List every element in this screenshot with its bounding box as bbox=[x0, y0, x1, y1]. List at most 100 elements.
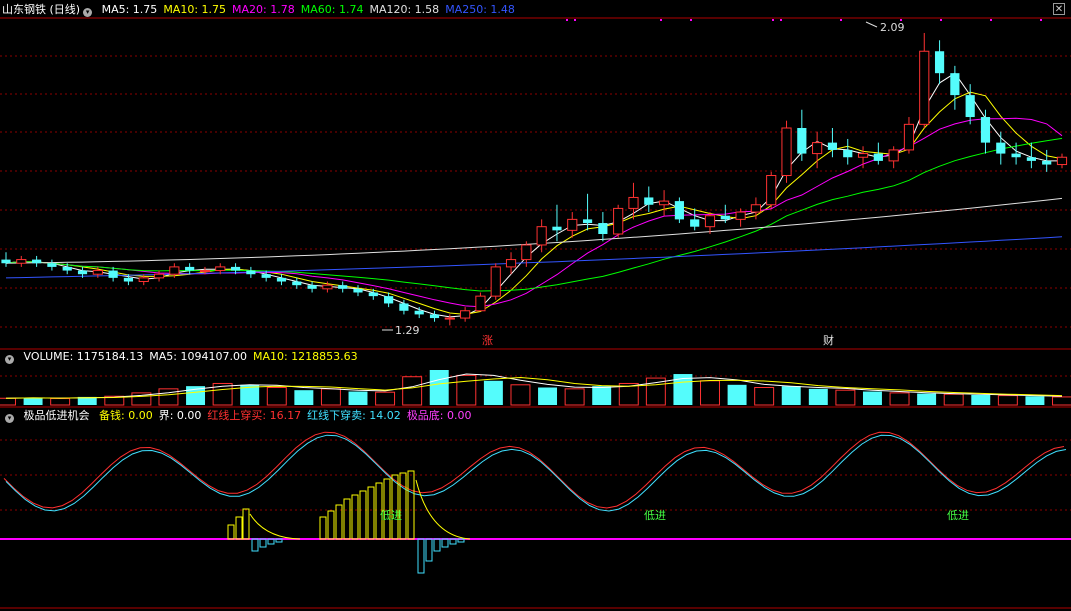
candle-body-40 bbox=[613, 207, 624, 235]
indicator-legend-item-1: 界: 0.00 bbox=[158, 409, 202, 422]
ma-legend-item-5: MA250: 1.48 bbox=[445, 3, 515, 16]
candle-body-26 bbox=[399, 303, 409, 311]
candle-body-17 bbox=[261, 274, 271, 278]
ma-legend-item-4: MA120: 1.58 bbox=[369, 3, 440, 16]
candle-body-19 bbox=[292, 281, 302, 286]
low-price-label: 1.29 bbox=[395, 324, 420, 337]
candle-body-14 bbox=[215, 266, 226, 272]
candle-body-66 bbox=[1011, 153, 1021, 158]
candle-body-3 bbox=[47, 263, 57, 267]
candle-body-2 bbox=[32, 259, 42, 264]
volume-bar-11 bbox=[294, 390, 314, 405]
indicator-header: ▾ 极品低进机会 备钱: 0.00 界: 0.00 红线上穿买: 16.17 红线下穿… bbox=[2, 408, 484, 424]
volume-bar-0 bbox=[0, 397, 16, 406]
volume-bar-14 bbox=[375, 391, 396, 406]
candle-body-33 bbox=[505, 259, 517, 268]
candle-body-34 bbox=[521, 244, 532, 261]
volume-bar-22 bbox=[592, 386, 612, 405]
indicator-legend-item-3: 红线下穿卖: 14.02 bbox=[307, 409, 401, 422]
top-dot-3 bbox=[690, 19, 692, 21]
candle-body-68 bbox=[1042, 160, 1052, 165]
candle-body-52 bbox=[797, 128, 807, 154]
candle-body-32 bbox=[490, 266, 501, 297]
volume-bar-6 bbox=[158, 388, 179, 406]
candle-body-35 bbox=[536, 226, 547, 246]
candle-body-10 bbox=[153, 273, 165, 279]
volume-settings-circle-icon[interactable]: ▾ bbox=[5, 355, 14, 364]
candle-body-65 bbox=[996, 142, 1006, 154]
volume-bar-32 bbox=[862, 391, 882, 405]
candle-body-49 bbox=[750, 204, 762, 213]
volume-bar-30 bbox=[808, 388, 828, 405]
ma-legend-item-2: MA20: 1.78 bbox=[232, 3, 295, 16]
ma-legend-item-3: MA60: 1.74 bbox=[300, 3, 364, 16]
candle-body-56 bbox=[857, 153, 869, 158]
settings-circle-icon[interactable]: ▾ bbox=[83, 8, 93, 17]
volume-bar-13 bbox=[348, 391, 368, 405]
candle-body-63 bbox=[965, 95, 975, 118]
window-close-icon[interactable]: ✕ bbox=[1053, 3, 1065, 15]
candle-body-67 bbox=[1026, 157, 1036, 161]
candle-body-28 bbox=[429, 314, 440, 319]
volume-bar-19 bbox=[510, 384, 531, 406]
volume-bar-27 bbox=[727, 384, 747, 405]
candle-body-62 bbox=[950, 73, 960, 96]
candle-body-53 bbox=[812, 142, 823, 155]
candle-body-6 bbox=[92, 270, 103, 275]
event-mark-zhang: 涨 bbox=[482, 334, 493, 347]
volume-bar-38 bbox=[1025, 396, 1045, 405]
candle-body-27 bbox=[414, 310, 424, 315]
volume-bar-31 bbox=[835, 389, 856, 406]
candle-body-59 bbox=[903, 123, 915, 151]
candle-body-0 bbox=[1, 259, 11, 264]
event-mark-cai: 财 bbox=[823, 333, 834, 347]
candle-body-13 bbox=[199, 270, 211, 273]
candle-body-61 bbox=[934, 51, 945, 74]
signal-label-3: 低进 bbox=[947, 509, 969, 522]
candle-body-31 bbox=[475, 295, 486, 312]
volume-bar-34 bbox=[917, 393, 937, 405]
candle-body-9 bbox=[138, 277, 149, 283]
top-dot-0 bbox=[566, 19, 568, 21]
volume-bar-36 bbox=[971, 394, 991, 405]
ma-legend-item-1: MA10: 1.75 bbox=[163, 3, 227, 16]
candle-body-41 bbox=[628, 196, 639, 209]
ma-legend: MA5: 1.75 MA10: 1.75 MA20: 1.78 MA60: 1.74 M… bbox=[102, 3, 521, 16]
candle-body-20 bbox=[307, 285, 317, 289]
candle-body-54 bbox=[827, 142, 838, 150]
volume-header: ▾ VOLUME: 1175184.13 MA5: 1094107.00 MA10:… bbox=[2, 349, 370, 365]
volume-bar-15 bbox=[402, 376, 423, 406]
candle-body-48 bbox=[735, 211, 746, 220]
volume-bar-2 bbox=[50, 398, 71, 406]
volume-bar-18 bbox=[483, 380, 503, 405]
candle-body-43 bbox=[658, 200, 670, 206]
candle-body-16 bbox=[246, 270, 256, 275]
candle-body-18 bbox=[276, 277, 287, 282]
candle-body-24 bbox=[368, 292, 378, 297]
indicator-legend-item-4: 极品底: 0.00 bbox=[406, 409, 472, 422]
chart-canvas: 2.09 1.29 涨 财 低进 低进 低进 bbox=[0, 0, 1071, 611]
volume-bar-1 bbox=[23, 397, 43, 405]
signal-label-2: 低进 bbox=[644, 509, 666, 522]
top-dot-8 bbox=[940, 19, 942, 21]
indicator-legend: 备钱: 0.00 界: 0.00 红线上穿买: 16.17 红线下穿卖: 14.02 极… bbox=[99, 409, 478, 422]
volume-bar-37 bbox=[997, 395, 1018, 406]
candle-body-1 bbox=[16, 259, 27, 264]
volume-bar-21 bbox=[564, 388, 585, 406]
candle-body-11 bbox=[169, 266, 180, 275]
price-header: 山东钢铁 (日线) ▾ MA5: 1.75 MA10: 1.75 MA20: 1.78… bbox=[2, 2, 527, 18]
stock-chart-window: 2.09 1.29 涨 财 低进 低进 低进 山东钢铁 (日线) ▾ MA5: 1… bbox=[0, 0, 1071, 611]
candle-body-64 bbox=[980, 117, 991, 143]
volume-bar-29 bbox=[781, 386, 801, 405]
volume-bar-39 bbox=[1052, 396, 1071, 406]
volume-bar-33 bbox=[889, 392, 910, 406]
candle-body-4 bbox=[62, 266, 72, 271]
candle-body-42 bbox=[644, 197, 654, 205]
candle-body-58 bbox=[888, 149, 899, 162]
candle-body-30 bbox=[460, 310, 471, 319]
candle-body-55 bbox=[843, 149, 853, 158]
indicator-settings-circle-icon[interactable]: ▾ bbox=[5, 414, 14, 423]
volume-bar-35 bbox=[943, 393, 964, 406]
candle-body-7 bbox=[108, 270, 118, 278]
stock-title: 山东钢铁 (日线) bbox=[2, 3, 81, 16]
